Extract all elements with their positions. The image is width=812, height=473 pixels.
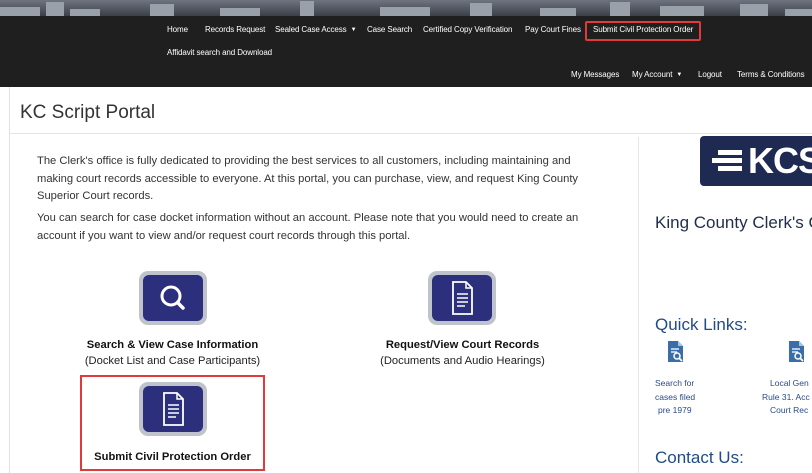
document-icon bbox=[143, 386, 203, 432]
nav-affidavit-search[interactable]: Affidavit search and Download bbox=[167, 45, 272, 61]
logo-text: KCSC bbox=[748, 140, 812, 181]
intro-paragraph-1: The Clerk's office is fully dedicated to… bbox=[37, 155, 579, 202]
nav-pay-court-fines[interactable]: Pay Court Fines bbox=[525, 22, 581, 38]
search-case-tile-subtitle: (Docket List and Case Participants) bbox=[84, 355, 261, 367]
nav-pay-court-fines-label: Pay Court Fines bbox=[525, 25, 581, 34]
nav-records-request[interactable]: Records Request bbox=[205, 22, 265, 38]
nav-terms-label: Terms & Conditions bbox=[737, 70, 805, 79]
nav-records-request-label: Records Request bbox=[205, 25, 266, 34]
nav-my-account-label: My Account bbox=[632, 70, 673, 79]
quick-link-line: Search for bbox=[655, 378, 695, 388]
document-icon bbox=[432, 275, 492, 321]
column-divider bbox=[638, 137, 639, 473]
request-records-tile-button[interactable] bbox=[428, 271, 496, 325]
request-records-tile-subtitle: (Documents and Audio Hearings) bbox=[380, 355, 545, 367]
nav-terms-conditions[interactable]: Terms & Conditions bbox=[737, 67, 805, 83]
nav-sealed-case-access[interactable]: Sealed Case Access ▼ bbox=[275, 22, 357, 38]
nav-case-search-label: Case Search bbox=[367, 25, 413, 34]
nav-home[interactable]: Home bbox=[167, 22, 188, 38]
nav-my-account[interactable]: My Account ▼ bbox=[632, 67, 682, 83]
nav-affidavit-label: Affidavit search and Download bbox=[167, 48, 273, 57]
content-left-border bbox=[9, 87, 10, 473]
quick-link-line: cases filed bbox=[655, 391, 696, 402]
magnifier-icon bbox=[143, 275, 203, 321]
title-divider bbox=[10, 133, 812, 134]
header-skyline-banner bbox=[0, 0, 812, 16]
quick-link-line: Local Gen bbox=[770, 378, 809, 388]
chevron-down-icon: ▼ bbox=[676, 72, 683, 78]
submit-cpo-tile-title[interactable]: Submit Civil Protection Order bbox=[80, 451, 265, 463]
quick-link-line: Court Rec bbox=[770, 405, 809, 415]
nav-case-search[interactable]: Case Search bbox=[367, 22, 412, 38]
nav-logout-label: Logout bbox=[698, 70, 722, 79]
nav-my-messages-label: My Messages bbox=[571, 70, 620, 79]
search-case-tile-title[interactable]: Search & View Case Information bbox=[80, 339, 265, 351]
nav-home-label: Home bbox=[167, 25, 188, 34]
search-document-icon[interactable] bbox=[666, 340, 686, 364]
search-case-tile-button[interactable] bbox=[139, 271, 207, 325]
nav-logout[interactable]: Logout bbox=[698, 67, 722, 83]
nav-certified-copy-verification[interactable]: Certified Copy Verification bbox=[423, 22, 512, 38]
contact-us-heading: Contact Us: bbox=[655, 448, 744, 467]
submit-cpo-tile-button[interactable] bbox=[139, 382, 207, 436]
quick-link-line: Rule 31. Acc bbox=[762, 391, 810, 402]
nav-my-messages[interactable]: My Messages bbox=[571, 67, 619, 83]
chevron-down-icon: ▼ bbox=[350, 27, 357, 33]
quick-link-pre-1979[interactable]: Search for cases filed pre 1979 bbox=[655, 377, 695, 418]
clerk-heading: King County Clerk's O bbox=[655, 213, 812, 232]
quick-links-heading: Quick Links: bbox=[655, 315, 748, 334]
site-header: Home Records Request Sealed Case Access ▼… bbox=[0, 0, 812, 87]
kcsc-logo: KCSC bbox=[700, 136, 812, 186]
nav-sealed-case-access-label: Sealed Case Access bbox=[275, 25, 347, 34]
request-records-tile-title[interactable]: Request/View Court Records bbox=[370, 339, 555, 351]
nav-highlight-box bbox=[585, 21, 701, 41]
nav-certified-copy-label: Certified Copy Verification bbox=[423, 25, 513, 34]
page-title: KC Script Portal bbox=[20, 102, 156, 123]
quick-link-line: pre 1979 bbox=[658, 405, 692, 415]
search-document-icon[interactable] bbox=[787, 340, 807, 364]
quick-link-local-rule-31[interactable]: Local Gen Rule 31. Acc Court Rec bbox=[762, 377, 812, 418]
logo-arrow-mark bbox=[712, 150, 742, 172]
intro-paragraph-2: You can search for case docket informati… bbox=[37, 212, 579, 242]
